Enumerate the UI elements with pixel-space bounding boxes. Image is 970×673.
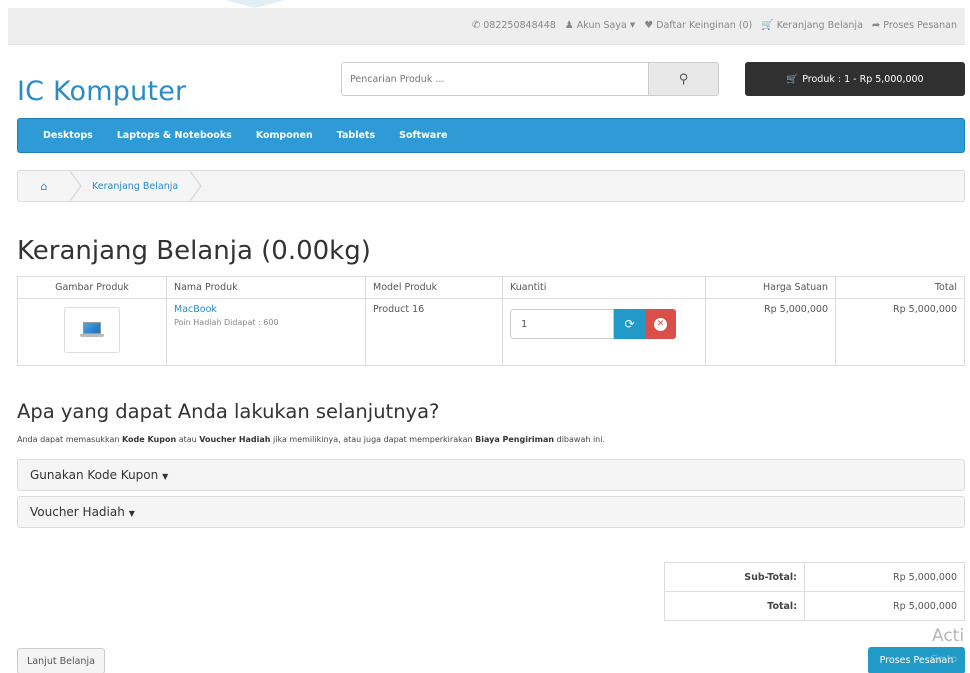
breadcrumb-home[interactable]: ⌂: [18, 171, 70, 201]
breadcrumb-separator: [189, 170, 203, 202]
checkout-label: Proses Pesanan: [883, 20, 957, 31]
cart-summary-button[interactable]: 🛒 Produk : 1 - Rp 5,000,000: [745, 62, 965, 96]
table-header-row: Gambar Produk Nama Produk Model Produk K…: [17, 276, 965, 299]
quantity-cell: ⟳ ✕: [502, 298, 706, 366]
voucher-panel-label: Voucher Hadiah: [30, 505, 125, 519]
menu-item-tablets[interactable]: Tablets: [325, 130, 387, 141]
caret-down-icon: ▼: [629, 21, 636, 29]
phone-number: 082250848448: [483, 20, 556, 31]
table-row: MacBook Poin Hadiah Didapat : 600 Produc…: [17, 298, 965, 366]
page-title: Keranjang Belanja (0.00kg): [17, 236, 371, 266]
search-button[interactable]: ⚲: [648, 63, 718, 95]
reward-points: Poin Hadiah Didapat : 600: [174, 318, 279, 327]
windows-activation-watermark: Acti: [932, 626, 965, 646]
menu-item-components[interactable]: Komponen: [244, 130, 325, 141]
desc-voucher: Voucher Hadiah: [199, 435, 271, 444]
total-label: Total:: [664, 591, 805, 621]
col-header-name: Nama Produk: [166, 276, 366, 299]
total-row: Total: Rp 5,000,000: [664, 591, 965, 621]
laptop-image: [80, 322, 104, 338]
subtotal-label: Sub-Total:: [664, 562, 805, 592]
remove-circle-icon: ✕: [654, 317, 667, 331]
top-strip: [0, 0, 970, 8]
col-header-quantity: Kuantiti: [502, 276, 706, 299]
user-icon: ♟: [564, 19, 574, 31]
share-icon: ➦: [871, 19, 881, 31]
windows-activation-watermark-sub: Go to: [930, 654, 958, 665]
desc-text: Anda dapat memasukkan: [17, 435, 122, 444]
subtotal-row: Sub-Total: Rp 5,000,000: [664, 562, 965, 592]
menu-item-software[interactable]: Software: [387, 130, 459, 141]
col-header-unit-price: Harga Satuan: [705, 276, 836, 299]
breadcrumb: ⌂ Keranjang Belanja: [17, 170, 965, 202]
product-thumbnail[interactable]: [64, 307, 120, 353]
top-decoration: [225, 0, 285, 8]
subtotal-value: Rp 5,000,000: [804, 562, 965, 592]
desc-text: atau: [176, 435, 200, 444]
phone-icon: ✆: [471, 19, 481, 31]
cart-link[interactable]: 🛒 Keranjang Belanja: [761, 20, 863, 31]
site-logo[interactable]: IC Komputer: [17, 76, 186, 107]
cart-table: Gambar Produk Nama Produk Model Produk K…: [17, 276, 965, 366]
checkout-link[interactable]: ➦ Proses Pesanan: [872, 20, 957, 31]
phone-link[interactable]: ✆ 082250848448: [472, 20, 556, 31]
quantity-input[interactable]: [510, 309, 614, 339]
continue-shopping-button[interactable]: Lanjut Belanja: [17, 648, 105, 673]
menu-item-laptops[interactable]: Laptops & Notebooks: [105, 130, 244, 141]
coupon-panel-label: Gunakan Kode Kupon: [30, 468, 159, 482]
search-icon: ⚲: [678, 71, 689, 87]
desc-coupon: Kode Kupon: [122, 435, 177, 444]
next-steps-title: Apa yang dapat Anda lakukan selanjutnya?: [17, 400, 440, 423]
account-dropdown[interactable]: ♟ Akun Saya ▼: [565, 20, 635, 31]
desc-text: dibawah ini.: [554, 435, 606, 444]
shopping-cart-icon: 🛒: [761, 19, 774, 31]
product-image-cell: [17, 298, 167, 366]
caret-down-icon: ▼: [162, 472, 169, 481]
quantity-group: ⟳ ✕: [510, 309, 676, 339]
wishlist-link[interactable]: ♥ Daftar Keinginan (0): [644, 20, 752, 31]
col-header-model: Model Produk: [365, 276, 503, 299]
breadcrumb-item-cart[interactable]: Keranjang Belanja: [82, 181, 190, 192]
unit-price: Rp 5,000,000: [705, 298, 836, 366]
product-model: Product 16: [365, 298, 503, 366]
top-links: ✆ 082250848448 ♟ Akun Saya ▼ ♥ Daftar Ke…: [472, 20, 957, 31]
cart-label: Keranjang Belanja: [776, 20, 863, 31]
coupon-panel-toggle[interactable]: Gunakan Kode Kupon ▼: [17, 459, 965, 491]
shopping-cart-icon: 🛒: [786, 73, 799, 85]
row-total: Rp 5,000,000: [835, 298, 965, 366]
caret-down-icon: ▼: [128, 509, 135, 518]
total-value: Rp 5,000,000: [804, 591, 965, 621]
product-link[interactable]: MacBook: [174, 304, 358, 315]
menu-item-desktops[interactable]: Desktops: [31, 130, 105, 141]
search-box: ⚲: [341, 62, 719, 96]
breadcrumb-separator: [69, 170, 82, 202]
totals-table: Sub-Total: Rp 5,000,000 Total: Rp 5,000,…: [664, 562, 965, 621]
wishlist-label: Daftar Keinginan (0): [656, 20, 753, 31]
refresh-icon: ⟳: [624, 317, 635, 331]
desc-text: jika memilikinya, atau juga dapat memper…: [270, 435, 476, 444]
col-header-image: Gambar Produk: [17, 276, 167, 299]
cart-summary-label: Produk : 1 - Rp 5,000,000: [802, 73, 924, 85]
voucher-panel-toggle[interactable]: Voucher Hadiah ▼: [17, 496, 965, 528]
product-name-cell: MacBook Poin Hadiah Didapat : 600: [166, 298, 366, 366]
desc-shipping: Biaya Pengiriman: [475, 435, 555, 444]
search-input[interactable]: [342, 63, 648, 95]
next-steps-description: Anda dapat memasukkan Kode Kupon atau Vo…: [17, 435, 605, 444]
update-button[interactable]: ⟳: [614, 309, 645, 339]
top-bar: ✆ 082250848448 ♟ Akun Saya ▼ ♥ Daftar Ke…: [8, 8, 965, 45]
main-menu: Desktops Laptops & Notebooks Komponen Ta…: [17, 118, 965, 153]
heart-icon: ♥: [644, 19, 654, 31]
account-label: Akun Saya: [576, 20, 627, 31]
remove-button[interactable]: ✕: [645, 309, 676, 339]
home-icon: ⌂: [40, 179, 48, 193]
col-header-total: Total: [835, 276, 965, 299]
